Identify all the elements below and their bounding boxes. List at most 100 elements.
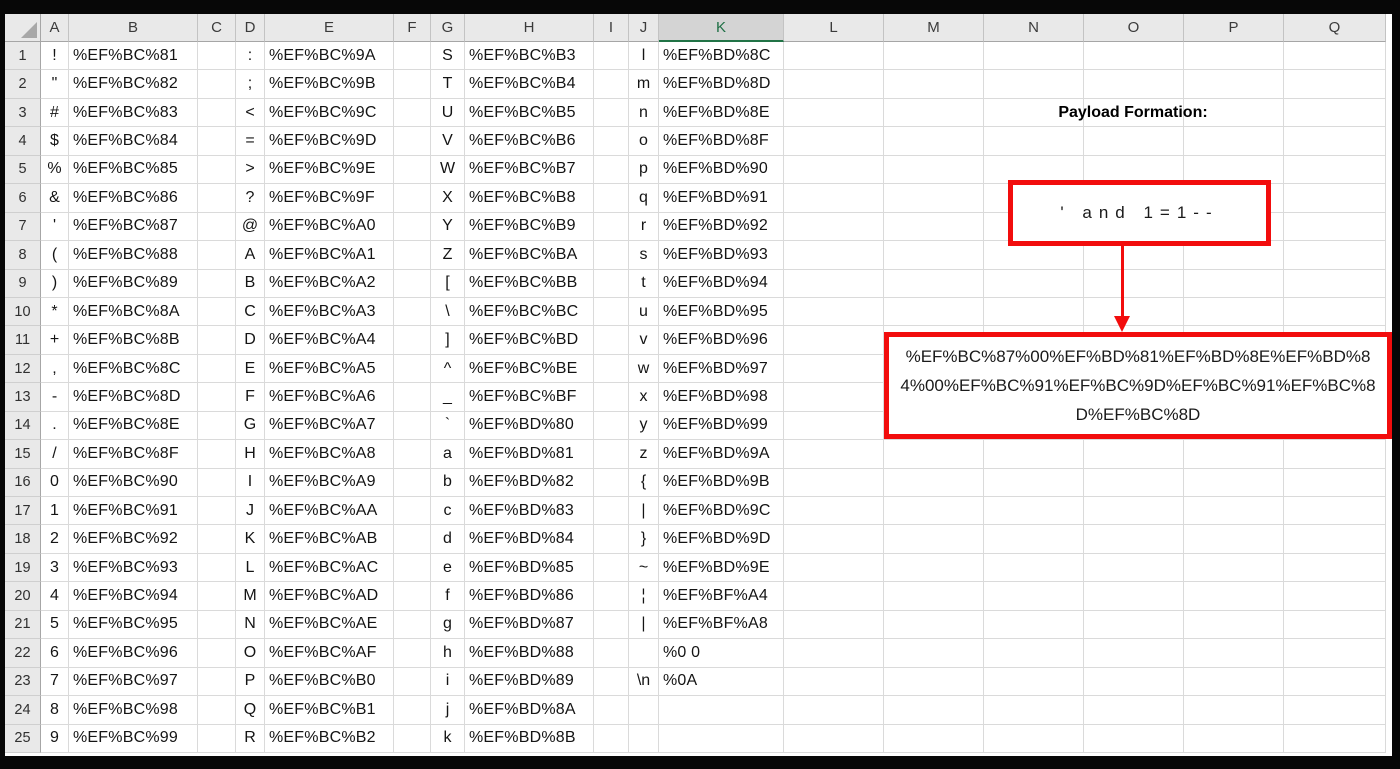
cell-H24[interactable]: %EF%BD%8A xyxy=(465,696,594,725)
cell-L9[interactable] xyxy=(784,269,884,298)
cell-A17[interactable]: 1 xyxy=(41,497,69,526)
cell-K19[interactable]: %EF%BD%9E xyxy=(659,553,784,583)
cell-K13[interactable]: %EF%BD%98 xyxy=(659,383,784,412)
cell-A21[interactable]: 5 xyxy=(41,610,69,640)
cell-Q8[interactable] xyxy=(1284,241,1386,270)
cell-M2[interactable] xyxy=(884,70,984,99)
cell-L25[interactable] xyxy=(784,724,884,753)
cell-J6[interactable]: q xyxy=(629,184,659,213)
cell-G2[interactable]: T xyxy=(431,70,465,99)
cell-M7[interactable] xyxy=(884,212,984,242)
cell-A8[interactable]: ( xyxy=(41,241,69,270)
cell-D24[interactable]: Q xyxy=(236,696,265,725)
row-header-24[interactable]: 24 xyxy=(5,696,41,725)
cell-F16[interactable] xyxy=(394,468,431,497)
cell-C20[interactable] xyxy=(198,582,236,611)
cell-G10[interactable]: \ xyxy=(431,297,465,327)
cell-B23[interactable]: %EF%BC%97 xyxy=(69,667,198,697)
cell-B2[interactable]: %EF%BC%82 xyxy=(69,70,198,99)
cell-E13[interactable]: %EF%BC%A6 xyxy=(265,383,394,412)
cell-F21[interactable] xyxy=(394,610,431,640)
cell-L12[interactable] xyxy=(784,354,884,384)
column-header-P[interactable]: P xyxy=(1184,14,1284,42)
cell-M25[interactable] xyxy=(884,724,984,753)
row-header-11[interactable]: 11 xyxy=(5,326,41,355)
cell-A12[interactable]: , xyxy=(41,354,69,384)
cell-Q21[interactable] xyxy=(1284,610,1386,640)
cell-P17[interactable] xyxy=(1184,497,1284,526)
cell-F2[interactable] xyxy=(394,70,431,99)
cell-C9[interactable] xyxy=(198,269,236,298)
column-header-J[interactable]: J xyxy=(629,14,659,42)
cell-P10[interactable] xyxy=(1184,297,1284,327)
cell-A22[interactable]: 6 xyxy=(41,639,69,668)
row-header-5[interactable]: 5 xyxy=(5,155,41,185)
cell-D21[interactable]: N xyxy=(236,610,265,640)
cell-B7[interactable]: %EF%BC%87 xyxy=(69,212,198,242)
cell-C24[interactable] xyxy=(198,696,236,725)
cell-J7[interactable]: r xyxy=(629,212,659,242)
cell-I18[interactable] xyxy=(594,525,629,554)
cell-H12[interactable]: %EF%BC%BE xyxy=(465,354,594,384)
cell-E11[interactable]: %EF%BC%A4 xyxy=(265,326,394,355)
cell-C4[interactable] xyxy=(198,127,236,156)
cell-H13[interactable]: %EF%BC%BF xyxy=(465,383,594,412)
cell-O25[interactable] xyxy=(1084,724,1184,753)
cell-G8[interactable]: Z xyxy=(431,241,465,270)
column-header-E[interactable]: E xyxy=(265,14,394,42)
cell-C6[interactable] xyxy=(198,184,236,213)
cell-D17[interactable]: J xyxy=(236,497,265,526)
cell-P2[interactable] xyxy=(1184,70,1284,99)
cell-I11[interactable] xyxy=(594,326,629,355)
cell-D15[interactable]: H xyxy=(236,440,265,469)
cell-I23[interactable] xyxy=(594,667,629,697)
cell-D20[interactable]: M xyxy=(236,582,265,611)
cell-G18[interactable]: d xyxy=(431,525,465,554)
cell-F13[interactable] xyxy=(394,383,431,412)
cell-L24[interactable] xyxy=(784,696,884,725)
cell-F24[interactable] xyxy=(394,696,431,725)
cell-N20[interactable] xyxy=(984,582,1084,611)
cell-B20[interactable]: %EF%BC%94 xyxy=(69,582,198,611)
row-header-22[interactable]: 22 xyxy=(5,639,41,668)
cell-E22[interactable]: %EF%BC%AF xyxy=(265,639,394,668)
cell-Q15[interactable] xyxy=(1284,440,1386,469)
cell-F15[interactable] xyxy=(394,440,431,469)
cell-L17[interactable] xyxy=(784,497,884,526)
cell-E5[interactable]: %EF%BC%9E xyxy=(265,155,394,185)
cell-C1[interactable] xyxy=(198,42,236,71)
cell-O23[interactable] xyxy=(1084,667,1184,697)
cell-I12[interactable] xyxy=(594,354,629,384)
cell-K7[interactable]: %EF%BD%92 xyxy=(659,212,784,242)
row-header-3[interactable]: 3 xyxy=(5,98,41,128)
cell-J5[interactable]: p xyxy=(629,155,659,185)
row-header-23[interactable]: 23 xyxy=(5,667,41,697)
row-header-12[interactable]: 12 xyxy=(5,354,41,384)
column-header-K[interactable]: K xyxy=(659,14,784,42)
cell-Q5[interactable] xyxy=(1284,155,1386,185)
cell-D1[interactable]: : xyxy=(236,42,265,71)
cell-N21[interactable] xyxy=(984,610,1084,640)
cell-D9[interactable]: B xyxy=(236,269,265,298)
cell-B11[interactable]: %EF%BC%8B xyxy=(69,326,198,355)
cell-B16[interactable]: %EF%BC%90 xyxy=(69,468,198,497)
cell-H8[interactable]: %EF%BC%BA xyxy=(465,241,594,270)
cell-P18[interactable] xyxy=(1184,525,1284,554)
cell-F10[interactable] xyxy=(394,297,431,327)
cell-B15[interactable]: %EF%BC%8F xyxy=(69,440,198,469)
cell-M10[interactable] xyxy=(884,297,984,327)
cell-B21[interactable]: %EF%BC%95 xyxy=(69,610,198,640)
cell-D23[interactable]: P xyxy=(236,667,265,697)
cell-E3[interactable]: %EF%BC%9C xyxy=(265,98,394,128)
cell-E12[interactable]: %EF%BC%A5 xyxy=(265,354,394,384)
cell-J24[interactable] xyxy=(629,696,659,725)
cell-C17[interactable] xyxy=(198,497,236,526)
row-header-13[interactable]: 13 xyxy=(5,383,41,412)
cell-N24[interactable] xyxy=(984,696,1084,725)
cell-G4[interactable]: V xyxy=(431,127,465,156)
cell-I20[interactable] xyxy=(594,582,629,611)
cell-L6[interactable] xyxy=(784,184,884,213)
cell-I15[interactable] xyxy=(594,440,629,469)
cell-K18[interactable]: %EF%BD%9D xyxy=(659,525,784,554)
cell-D10[interactable]: C xyxy=(236,297,265,327)
